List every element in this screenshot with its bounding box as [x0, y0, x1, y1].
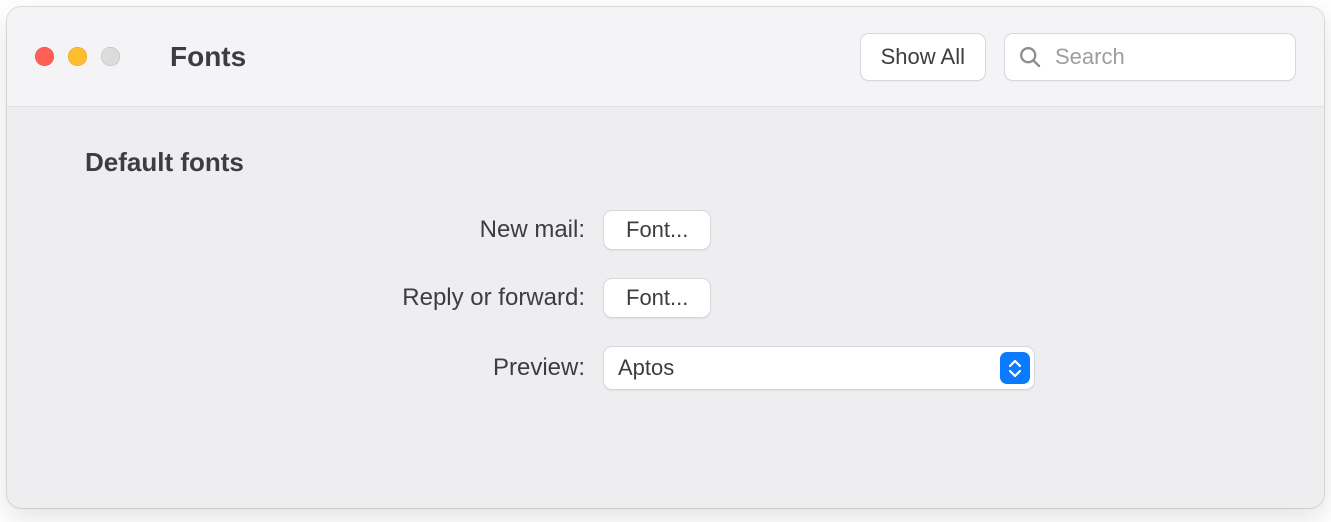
close-window-button[interactable] — [35, 47, 54, 66]
label-reply-forward: Reply or forward: — [85, 284, 585, 312]
minimize-window-button[interactable] — [68, 47, 87, 66]
titlebar: Fonts Show All — [7, 7, 1324, 107]
zoom-window-button[interactable] — [101, 47, 120, 66]
row-reply-forward: Reply or forward: Font... — [85, 278, 1246, 318]
content-area: Default fonts New mail: Font... Reply or… — [7, 107, 1324, 508]
window-controls — [35, 47, 120, 66]
preview-font-select[interactable]: Aptos — [603, 346, 1035, 390]
window-title: Fonts — [170, 41, 246, 73]
preview-font-selected-value: Aptos — [603, 346, 1035, 390]
default-fonts-form: New mail: Font... Reply or forward: Font… — [85, 210, 1246, 390]
section-header-default-fonts: Default fonts — [85, 147, 1246, 178]
new-mail-font-button[interactable]: Font... — [603, 210, 711, 250]
search-input[interactable] — [1004, 33, 1296, 81]
label-preview: Preview: — [85, 354, 585, 382]
preferences-window: Fonts Show All Default fonts New mail: F… — [7, 7, 1324, 508]
row-preview: Preview: Aptos — [85, 346, 1246, 390]
reply-forward-font-button[interactable]: Font... — [603, 278, 711, 318]
label-new-mail: New mail: — [85, 216, 585, 244]
show-all-button[interactable]: Show All — [860, 33, 986, 81]
row-new-mail: New mail: Font... — [85, 210, 1246, 250]
search-field-wrap — [1004, 33, 1296, 81]
